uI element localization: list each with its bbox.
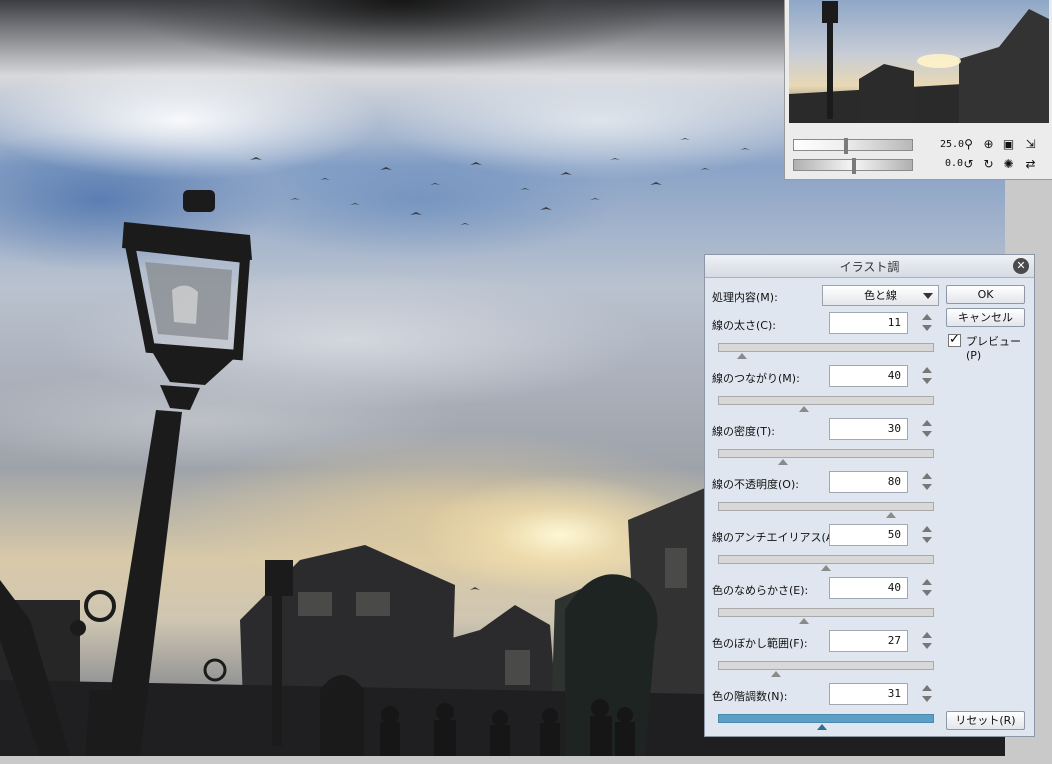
param-label: 色の階調数(N):: [712, 690, 788, 703]
zoom-in-icon[interactable]: ⊕: [981, 137, 996, 152]
spin-up-icon[interactable]: [922, 473, 932, 479]
param-label: 線のアンチエイリアス(A):: [712, 531, 842, 544]
param-slider[interactable]: [718, 661, 934, 670]
dialog-title: イラスト調: [839, 260, 900, 274]
param-spinner[interactable]: [921, 418, 933, 440]
rotate-slider-thumb[interactable]: [852, 158, 856, 174]
param-slider-thumb[interactable]: [799, 618, 809, 624]
param-slider[interactable]: [718, 502, 934, 511]
param-value-input[interactable]: 40: [829, 365, 908, 387]
spin-up-icon[interactable]: [922, 420, 932, 426]
param-value-input[interactable]: 11: [829, 312, 908, 334]
chevron-down-icon: [923, 293, 933, 299]
cancel-button[interactable]: キャンセル: [946, 308, 1025, 327]
spin-up-icon[interactable]: [922, 367, 932, 373]
param-slider-thumb[interactable]: [886, 512, 896, 518]
zoom-slider-thumb[interactable]: [844, 138, 848, 154]
workspace-bottom: [0, 756, 1052, 764]
rotate-right-icon[interactable]: ↻: [981, 157, 996, 172]
param-slider-thumb[interactable]: [799, 406, 809, 412]
param-value-input[interactable]: 40: [829, 577, 908, 599]
param-label: 線の密度(T):: [712, 425, 776, 438]
rotate-left-icon[interactable]: ↺: [961, 157, 976, 172]
actual-size-icon[interactable]: ⇲: [1023, 137, 1038, 152]
preview-checkbox[interactable]: ✓: [948, 333, 961, 347]
reset-button[interactable]: リセット(R): [946, 711, 1025, 730]
spin-down-icon[interactable]: [922, 325, 932, 331]
spin-down-icon[interactable]: [922, 590, 932, 596]
param-slider-thumb[interactable]: [817, 724, 827, 730]
param-slider-thumb[interactable]: [771, 671, 781, 677]
param-slider-thumb[interactable]: [737, 353, 747, 359]
spin-down-icon[interactable]: [922, 696, 932, 702]
param-spinner[interactable]: [921, 524, 933, 546]
spin-up-icon[interactable]: [922, 685, 932, 691]
param-label: 線の太さ(C):: [712, 319, 776, 332]
spin-up-icon[interactable]: [922, 314, 932, 320]
zoom-slider[interactable]: [793, 138, 913, 154]
process-select-value: 色と線: [864, 289, 897, 302]
zoom-out-icon[interactable]: ⚲: [961, 137, 976, 152]
param-label: 色のなめらかさ(E):: [712, 584, 809, 597]
param-slider[interactable]: [718, 449, 934, 458]
param-slider[interactable]: [718, 714, 934, 723]
param-value-input[interactable]: 50: [829, 524, 908, 546]
param-spinner[interactable]: [921, 365, 933, 387]
spin-down-icon[interactable]: [922, 643, 932, 649]
fit-screen-icon[interactable]: ▣: [1001, 137, 1016, 152]
spin-down-icon[interactable]: [922, 431, 932, 437]
param-spinner[interactable]: [921, 471, 933, 493]
param-label: 色のぼかし範囲(F):: [712, 637, 808, 650]
param-spinner[interactable]: [921, 683, 933, 705]
param-spinner[interactable]: [921, 312, 933, 334]
navigator-preview[interactable]: [789, 0, 1049, 123]
param-slider-thumb[interactable]: [821, 565, 831, 571]
illustration-style-dialog: イラスト調 ✕ 処理内容(M): 色と線 OK キャンセル ✓ プレビュー(P)…: [704, 254, 1035, 737]
param-spinner[interactable]: [921, 577, 933, 599]
param-value-input[interactable]: 31: [829, 683, 908, 705]
close-icon[interactable]: ✕: [1013, 258, 1029, 274]
param-slider[interactable]: [718, 396, 934, 405]
param-value-input[interactable]: 27: [829, 630, 908, 652]
rotate-slider[interactable]: [793, 158, 913, 174]
spin-up-icon[interactable]: [922, 579, 932, 585]
param-slider[interactable]: [718, 343, 934, 352]
reset-rotation-icon[interactable]: ✺: [1001, 157, 1016, 172]
spin-down-icon[interactable]: [922, 484, 932, 490]
param-slider-thumb[interactable]: [778, 459, 788, 465]
param-slider[interactable]: [718, 608, 934, 617]
ok-button[interactable]: OK: [946, 285, 1025, 304]
navigator-panel: 25.0 0.0 ⚲ ⊕ ▣ ⇲ ↺ ↻ ✺ ⇄: [784, 0, 1052, 180]
param-label: 線の不透明度(O):: [712, 478, 799, 491]
spin-up-icon[interactable]: [922, 632, 932, 638]
param-slider[interactable]: [718, 555, 934, 564]
param-value-input[interactable]: 30: [829, 418, 908, 440]
preview-label: プレビュー(P): [966, 335, 1021, 362]
param-spinner[interactable]: [921, 630, 933, 652]
process-select[interactable]: 色と線: [822, 285, 939, 306]
spin-down-icon[interactable]: [922, 378, 932, 384]
param-value-input[interactable]: 80: [829, 471, 908, 493]
spin-up-icon[interactable]: [922, 526, 932, 532]
param-label: 線のつながり(M):: [712, 372, 800, 385]
spin-down-icon[interactable]: [922, 537, 932, 543]
dialog-titlebar[interactable]: イラスト調 ✕: [705, 255, 1034, 278]
flip-horizontal-icon[interactable]: ⇄: [1023, 157, 1038, 172]
process-label: 処理内容(M):: [712, 291, 778, 304]
